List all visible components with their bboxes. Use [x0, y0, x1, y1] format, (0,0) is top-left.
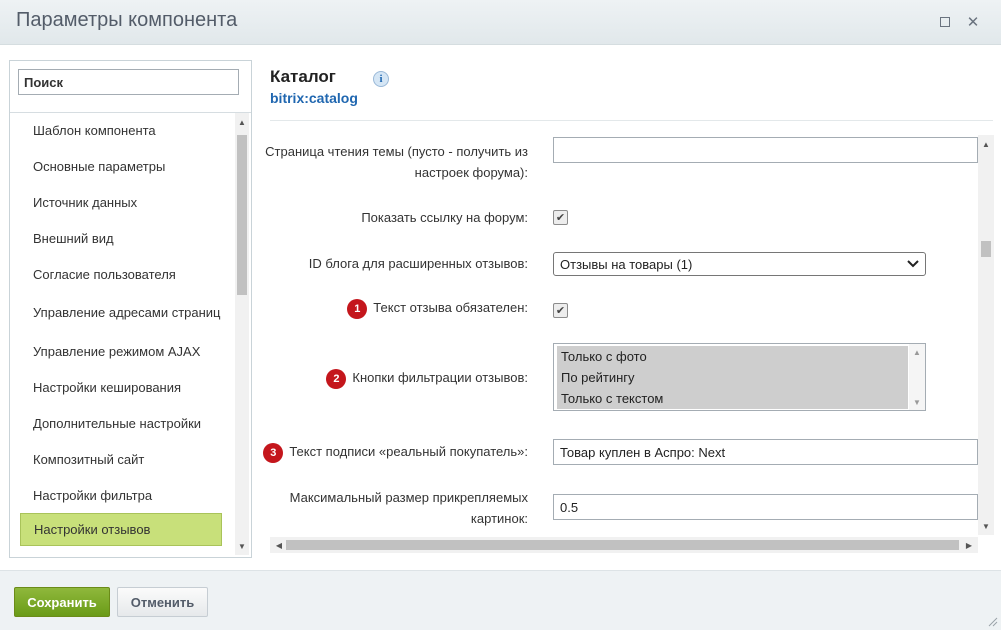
- sidebar-item-label: Источник данных: [33, 195, 138, 210]
- dialog-footer: Сохранить Отменить: [0, 570, 1001, 630]
- component-code: bitrix:catalog: [270, 90, 358, 106]
- window-titlebar: Параметры компонента ✕: [0, 0, 1001, 45]
- sidebar-scrollbar[interactable]: ▲ ▼: [235, 113, 249, 555]
- sidebar-item-label: Управление режимом AJAX: [33, 344, 201, 359]
- scroll-up-icon[interactable]: ▲: [909, 345, 925, 359]
- scroll-down-icon[interactable]: ▼: [235, 539, 249, 553]
- max-image-size-label: Максимальный размер прикрепляемых картин…: [289, 490, 528, 526]
- blog-id-select[interactable]: Отзывы на товары (1): [553, 252, 926, 276]
- sidebar-item-label: Управление адресами страниц: [33, 305, 221, 320]
- filter-buttons-listbox[interactable]: Только с фото По рейтингу Только с текст…: [553, 343, 926, 411]
- scroll-thumb[interactable]: [981, 241, 991, 257]
- scroll-thumb[interactable]: [237, 135, 247, 295]
- review-required-label: Текст отзыва обязателен:: [373, 300, 528, 315]
- review-required-row-label: 1 Текст отзыва обязателен:: [347, 297, 528, 319]
- sidebar-item-label: Настройки кеширования: [33, 380, 182, 395]
- listbox-scrollbar[interactable]: ▲ ▼: [909, 344, 925, 410]
- select-value: Отзывы на товары (1): [560, 256, 693, 272]
- sidebar-item-appearance[interactable]: Внешний вид: [20, 221, 222, 257]
- sidebar-item-cache[interactable]: Настройки кеширования: [20, 370, 222, 406]
- scroll-thumb[interactable]: [286, 540, 959, 550]
- filter-buttons-row-label: 2 Кнопки фильтрации отзывов:: [326, 367, 528, 389]
- scroll-down-icon[interactable]: ▼: [909, 395, 925, 409]
- scroll-up-icon[interactable]: ▲: [978, 137, 994, 151]
- buyer-caption-label: Текст подписи «реальный покупатель»:: [289, 444, 528, 459]
- sidebar-item-consent[interactable]: Согласие пользователя: [20, 257, 222, 293]
- maximize-icon[interactable]: [935, 12, 955, 32]
- sidebar-item-filter[interactable]: Настройки фильтра: [20, 478, 222, 514]
- scroll-up-icon[interactable]: ▲: [235, 115, 249, 129]
- max-image-size-input[interactable]: [553, 494, 978, 520]
- listbox-option[interactable]: По рейтингу: [557, 367, 908, 388]
- show-forum-link-checkbox[interactable]: ✔: [553, 210, 568, 225]
- listbox-option[interactable]: Только с фото: [557, 346, 908, 367]
- sidebar-item-label: Согласие пользователя: [33, 267, 176, 282]
- chevron-down-icon: [907, 260, 919, 268]
- blog-id-label: ID блога для расширенных отзывов:: [308, 256, 528, 271]
- sidebar-item-data-source[interactable]: Источник данных: [20, 185, 222, 221]
- params-horizontal-scrollbar[interactable]: ◀ ▶: [270, 537, 978, 553]
- scroll-down-icon[interactable]: ▼: [978, 519, 994, 533]
- checkmark-icon: ✔: [555, 305, 566, 317]
- sidebar-item-url-management[interactable]: Управление адресами страниц: [20, 293, 222, 333]
- save-button[interactable]: Сохранить: [14, 587, 110, 617]
- sidebar-item-additional[interactable]: Дополнительные настройки: [20, 406, 222, 442]
- buyer-caption-row-label: 3 Текст подписи «реальный покупатель»:: [263, 441, 528, 463]
- sidebar-item-label: Дополнительные настройки: [33, 416, 202, 431]
- forum-page-input[interactable]: [553, 137, 978, 163]
- page-title: Каталог: [270, 67, 336, 86]
- sidebar-item-label: Композитный сайт: [33, 452, 145, 467]
- params-vertical-scrollbar[interactable]: ▲ ▼: [978, 135, 994, 535]
- filter-buttons-label: Кнопки фильтрации отзывов:: [352, 370, 528, 385]
- badge-1: 1: [347, 298, 368, 319]
- review-required-checkbox[interactable]: ✔: [553, 303, 568, 318]
- checkmark-icon: ✔: [555, 212, 566, 224]
- resize-grip-icon[interactable]: [988, 617, 998, 627]
- sidebar-item-label: Шаблон компонента: [33, 123, 156, 138]
- badge-3: 3: [263, 442, 284, 463]
- sidebar-panel: Шаблон компонента Основные параметры Ист…: [9, 60, 252, 558]
- sidebar-item-ajax[interactable]: Управление режимом AJAX: [20, 334, 222, 370]
- component-header: Каталог bitrix:catalog: [270, 67, 358, 106]
- window-title: Параметры компонента: [16, 9, 238, 31]
- scroll-left-icon[interactable]: ◀: [272, 537, 286, 553]
- sidebar-item-label: Основные параметры: [33, 159, 166, 174]
- forum-page-label: Страница чтения темы (пусто - получить и…: [265, 144, 528, 180]
- sidebar-item-label: Внешний вид: [33, 231, 114, 246]
- sidebar-item-label: Настройки отзывов: [34, 521, 151, 537]
- listbox-option[interactable]: Только с текстом: [557, 388, 908, 409]
- badge-2: 2: [326, 368, 347, 389]
- sidebar-item-template[interactable]: Шаблон компонента: [20, 113, 222, 149]
- scroll-right-icon[interactable]: ▶: [962, 537, 976, 553]
- sidebar-item-composite[interactable]: Композитный сайт: [20, 442, 222, 478]
- info-icon[interactable]: i: [373, 71, 389, 87]
- show-forum-link-label: Показать ссылку на форум:: [361, 210, 528, 225]
- sidebar-item-label: Настройки фильтра: [33, 488, 153, 503]
- sidebar-item-basic[interactable]: Основные параметры: [20, 149, 222, 185]
- search-input[interactable]: [18, 69, 239, 95]
- divider: [270, 120, 993, 121]
- dialog-content: Шаблон компонента Основные параметры Ист…: [0, 45, 1001, 570]
- sidebar-item-reviews[interactable]: Настройки отзывов: [20, 513, 222, 546]
- close-icon[interactable]: ✕: [963, 12, 983, 32]
- cancel-button[interactable]: Отменить: [117, 587, 208, 617]
- buyer-caption-input[interactable]: [553, 439, 978, 465]
